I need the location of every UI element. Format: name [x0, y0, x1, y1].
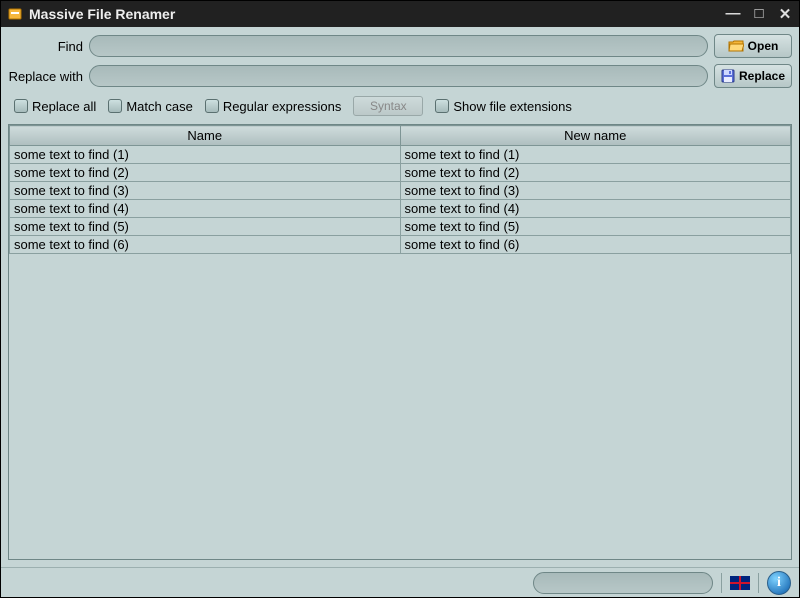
folder-open-icon	[728, 39, 744, 53]
cell-name[interactable]: some text to find (6)	[10, 236, 401, 254]
match-case-checkbox[interactable]: Match case	[108, 99, 192, 114]
cell-new-name[interactable]: some text to find (6)	[400, 236, 791, 254]
regex-label: Regular expressions	[223, 99, 342, 114]
cell-name[interactable]: some text to find (1)	[10, 146, 401, 164]
app-icon	[7, 6, 23, 22]
replace-button-label: Replace	[739, 69, 785, 83]
cell-new-name[interactable]: some text to find (1)	[400, 146, 791, 164]
replace-label: Replace with	[8, 69, 83, 84]
replace-all-label: Replace all	[32, 99, 96, 114]
find-label: Find	[8, 39, 83, 54]
syntax-button: Syntax	[353, 96, 423, 116]
checkbox-icon	[205, 99, 219, 113]
cell-name[interactable]: some text to find (3)	[10, 182, 401, 200]
checkbox-icon	[14, 99, 28, 113]
info-button[interactable]: i	[767, 571, 791, 595]
flag-uk-icon[interactable]	[730, 576, 750, 590]
cell-new-name[interactable]: some text to find (4)	[400, 200, 791, 218]
content-area: Find Open Replace with Re	[1, 27, 799, 567]
replace-all-checkbox[interactable]: Replace all	[14, 99, 96, 114]
file-table: Name New name some text to find (1)some …	[9, 125, 791, 254]
show-extensions-checkbox[interactable]: Show file extensions	[435, 99, 572, 114]
maximize-button[interactable]: □	[751, 5, 767, 23]
cell-name[interactable]: some text to find (4)	[10, 200, 401, 218]
save-icon	[721, 69, 735, 83]
table-row[interactable]: some text to find (3)some text to find (…	[10, 182, 791, 200]
match-case-label: Match case	[126, 99, 192, 114]
cell-name[interactable]: some text to find (5)	[10, 218, 401, 236]
cell-new-name[interactable]: some text to find (3)	[400, 182, 791, 200]
checkbox-icon	[435, 99, 449, 113]
regex-checkbox[interactable]: Regular expressions	[205, 99, 342, 114]
replace-button[interactable]: Replace	[714, 64, 792, 88]
close-button[interactable]: ✕	[777, 5, 793, 23]
table-row[interactable]: some text to find (1)some text to find (…	[10, 146, 791, 164]
table-row[interactable]: some text to find (5)some text to find (…	[10, 218, 791, 236]
cell-new-name[interactable]: some text to find (2)	[400, 164, 791, 182]
col-header-name[interactable]: Name	[10, 126, 401, 146]
info-icon: i	[777, 575, 781, 591]
replace-row: Replace with Replace	[8, 64, 792, 88]
options-row: Replace all Match case Regular expressio…	[8, 94, 792, 118]
table-row[interactable]: some text to find (6)some text to find (…	[10, 236, 791, 254]
checkbox-icon	[108, 99, 122, 113]
divider	[758, 573, 759, 593]
file-table-container: Name New name some text to find (1)some …	[8, 124, 792, 560]
window-controls: — □ ✕	[725, 5, 793, 23]
table-row[interactable]: some text to find (4)some text to find (…	[10, 200, 791, 218]
cell-new-name[interactable]: some text to find (5)	[400, 218, 791, 236]
table-row[interactable]: some text to find (2)some text to find (…	[10, 164, 791, 182]
open-button-label: Open	[748, 39, 779, 53]
open-button[interactable]: Open	[714, 34, 792, 58]
cell-name[interactable]: some text to find (2)	[10, 164, 401, 182]
find-input[interactable]	[89, 35, 708, 57]
titlebar[interactable]: Massive File Renamer — □ ✕	[1, 1, 799, 27]
show-extensions-label: Show file extensions	[453, 99, 572, 114]
app-window: Massive File Renamer — □ ✕ Find Open Rep…	[0, 0, 800, 598]
minimize-button[interactable]: —	[725, 5, 741, 23]
col-header-newname[interactable]: New name	[400, 126, 791, 146]
divider	[721, 573, 722, 593]
window-title: Massive File Renamer	[29, 6, 719, 22]
replace-input[interactable]	[89, 65, 708, 87]
find-row: Find Open	[8, 34, 792, 58]
statusbar: i	[1, 567, 799, 597]
status-field	[533, 572, 713, 594]
